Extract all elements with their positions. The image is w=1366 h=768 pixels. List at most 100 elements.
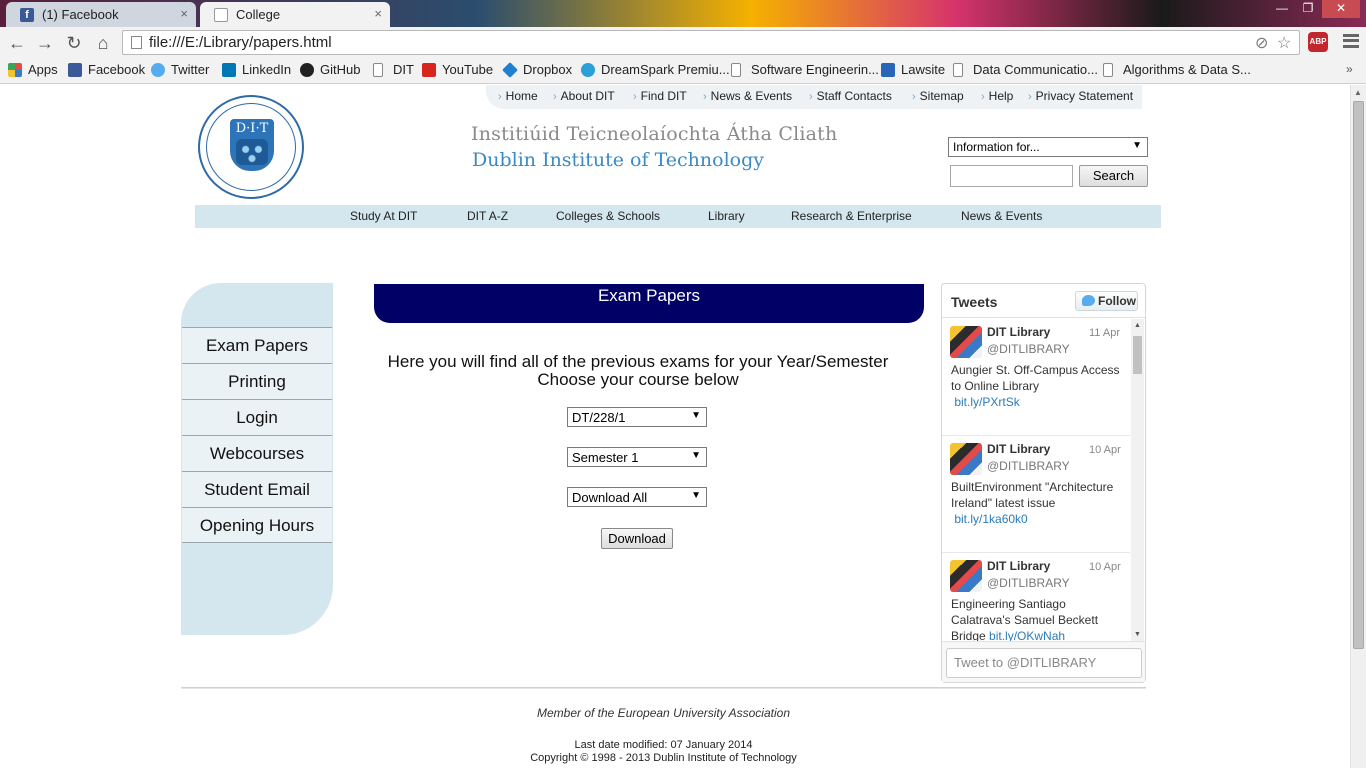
- sidebar-item-login[interactable]: Login: [182, 399, 332, 435]
- chevron-down-icon: ▼: [1132, 140, 1142, 151]
- close-icon[interactable]: ×: [374, 6, 382, 21]
- follow-button[interactable]: Follow: [1075, 291, 1138, 311]
- adblock-icon[interactable]: ABP: [1308, 32, 1328, 52]
- bookmark-dropbox[interactable]: Dropbox: [502, 62, 572, 78]
- bookmark-dit[interactable]: DIT: [373, 62, 414, 77]
- scroll-down-icon[interactable]: ▼: [1134, 631, 1141, 638]
- tweet-date[interactable]: 10 Apr: [1089, 444, 1121, 456]
- tweet-author[interactable]: DIT Library: [987, 442, 1050, 456]
- nav-colleges[interactable]: Colleges & Schools: [556, 209, 660, 223]
- blocked-icon[interactable]: ⊘: [1255, 33, 1268, 53]
- facebook-icon: [68, 63, 82, 77]
- search-button[interactable]: Search: [1079, 165, 1148, 187]
- lawsite-icon: [881, 63, 895, 77]
- bookmark-dreamspark[interactable]: DreamSpark Premiu...: [581, 62, 730, 77]
- browser-titlebar: f (1) Facebook × College × — ❐ ✕: [0, 0, 1366, 27]
- bookmark-lawsite[interactable]: Lawsite: [881, 62, 945, 77]
- download-type-select[interactable]: Download All ▼: [567, 487, 707, 507]
- tweet-item[interactable]: DIT Library @DITLIBRARY 10 Apr BuiltEnvi…: [942, 436, 1130, 553]
- scroll-thumb[interactable]: [1353, 101, 1364, 649]
- avatar: [950, 326, 982, 358]
- nav-az[interactable]: DIT A-Z: [467, 209, 508, 223]
- tweet-author[interactable]: DIT Library: [987, 325, 1050, 339]
- tweet-link[interactable]: bit.ly/OKwNah: [989, 629, 1065, 641]
- star-icon[interactable]: ☆: [1277, 33, 1291, 53]
- close-icon[interactable]: ×: [180, 6, 188, 21]
- address-text: file:///E:/Library/papers.html: [149, 34, 332, 51]
- home-icon[interactable]: ⌂: [92, 32, 114, 54]
- nav-research[interactable]: Research & Enterprise: [791, 209, 912, 223]
- logo-text: D·I·T: [235, 121, 269, 136]
- bookmark-github[interactable]: GitHub: [300, 62, 360, 77]
- tweet-link[interactable]: bit.ly/1ka60k0: [954, 512, 1027, 526]
- twitter-icon: [151, 63, 165, 77]
- minimize-button[interactable]: —: [1268, 0, 1296, 18]
- scroll-up-icon[interactable]: ▲: [1134, 322, 1141, 329]
- search-input[interactable]: [950, 165, 1073, 187]
- semester-select[interactable]: Semester 1 ▼: [567, 447, 707, 467]
- footer-member: Member of the European University Associ…: [536, 706, 790, 720]
- dit-logo[interactable]: D·I·T: [198, 95, 304, 199]
- course-select[interactable]: DT/228/1 ▼: [567, 407, 707, 427]
- tweet-handle[interactable]: @DITLIBRARY: [987, 459, 1070, 473]
- tweet-item[interactable]: DIT Library @DITLIBRARY 11 Apr Aungier S…: [942, 319, 1130, 436]
- tweets-scrollbar[interactable]: ▲ ▼: [1131, 319, 1144, 641]
- tweet-date[interactable]: 10 Apr: [1089, 561, 1121, 573]
- bookmark-apps[interactable]: Apps: [8, 62, 58, 77]
- nav-news[interactable]: News & Events: [961, 209, 1042, 223]
- youtube-icon: [422, 63, 436, 77]
- bookmark-algorithms[interactable]: Algorithms & Data S...: [1103, 62, 1251, 77]
- footer-divider: [181, 687, 1146, 689]
- bookmarks-overflow-icon[interactable]: »: [1346, 62, 1353, 76]
- page-icon: [373, 63, 383, 77]
- forward-arrow-icon[interactable]: →: [34, 32, 56, 54]
- bookmark-facebook[interactable]: Facebook: [68, 62, 145, 77]
- information-for-select[interactable]: Information for... ▼: [948, 137, 1148, 157]
- bookmark-linkedin[interactable]: LinkedIn: [222, 62, 291, 77]
- sidebar-item-opening-hours[interactable]: Opening Hours: [182, 507, 332, 543]
- window-close-button[interactable]: ✕: [1322, 0, 1360, 18]
- reload-icon[interactable]: ↻: [63, 32, 85, 54]
- tab-college[interactable]: College ×: [200, 2, 390, 27]
- tweet-handle[interactable]: @DITLIBRARY: [987, 342, 1070, 356]
- page-scrollbar[interactable]: ▲: [1350, 85, 1366, 768]
- footer-modified: Last date modified: 07 January 2014: [574, 739, 753, 751]
- tweet-handle[interactable]: @DITLIBRARY: [987, 576, 1070, 590]
- sidebar-item-webcourses[interactable]: Webcourses: [182, 435, 332, 471]
- toplink-privacy[interactable]: Privacy Statement: [1028, 89, 1133, 103]
- bookmark-software-engineering[interactable]: Software Engineerin...: [731, 62, 879, 77]
- browser-toolbar: ← → ↻ ⌂ file:///E:/Library/papers.html ⊘…: [0, 27, 1366, 58]
- toplink-sitemap[interactable]: Sitemap: [912, 89, 964, 103]
- scroll-thumb[interactable]: [1133, 336, 1142, 374]
- download-button[interactable]: Download: [601, 528, 673, 549]
- toplink-help[interactable]: Help: [981, 89, 1014, 103]
- back-arrow-icon[interactable]: ←: [6, 32, 28, 54]
- bookmark-data-communications[interactable]: Data Communicatio...: [953, 62, 1098, 77]
- sidebar-item-student-email[interactable]: Student Email: [182, 471, 332, 507]
- address-bar[interactable]: file:///E:/Library/papers.html ⊘ ☆: [122, 30, 1300, 55]
- nav-library[interactable]: Library: [708, 209, 745, 223]
- tweet-compose-input[interactable]: Tweet to @DITLIBRARY: [946, 648, 1142, 678]
- tweet-item[interactable]: DIT Library @DITLIBRARY 10 Apr Engineeri…: [942, 553, 1130, 641]
- toplink-home[interactable]: Home: [498, 89, 538, 103]
- restore-button[interactable]: ❐: [1294, 0, 1322, 18]
- tweet-body: Engineering Santiago Calatrava's Samuel …: [951, 597, 1099, 641]
- toplink-about[interactable]: About DIT: [553, 89, 615, 103]
- bookmark-youtube[interactable]: YouTube: [422, 62, 493, 77]
- toplink-news[interactable]: News & Events: [703, 89, 792, 103]
- nav-study[interactable]: Study At DIT: [350, 209, 417, 223]
- toplink-find[interactable]: Find DIT: [633, 89, 687, 103]
- menu-icon[interactable]: [1343, 34, 1359, 48]
- chevron-down-icon: ▼: [691, 410, 701, 421]
- tweets-header: Tweets Follow: [942, 284, 1145, 318]
- tweet-author[interactable]: DIT Library: [987, 559, 1050, 573]
- tweet-link[interactable]: bit.ly/PXrtSk: [954, 395, 1019, 409]
- scroll-up-icon[interactable]: ▲: [1354, 88, 1362, 97]
- bookmark-twitter[interactable]: Twitter: [151, 62, 209, 77]
- tweet-date[interactable]: 11 Apr: [1089, 327, 1120, 339]
- tab-facebook[interactable]: f (1) Facebook ×: [6, 2, 196, 27]
- sidebar-item-printing[interactable]: Printing: [182, 363, 332, 399]
- sidebar-item-exam-papers[interactable]: Exam Papers: [182, 327, 332, 363]
- tab-title: College: [236, 7, 281, 22]
- toplink-staff[interactable]: Staff Contacts: [809, 89, 892, 103]
